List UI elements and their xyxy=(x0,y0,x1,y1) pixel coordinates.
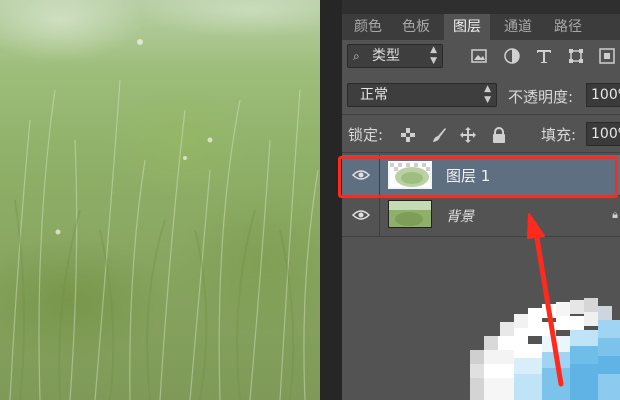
lock-transparent-pixels-icon[interactable] xyxy=(399,126,417,144)
panel-tab-bar: 颜色 色板 图层 通道 路径 xyxy=(342,14,620,40)
document-canvas[interactable] xyxy=(0,0,320,400)
blend-mode-value: 正常 xyxy=(360,87,388,103)
smart-object-filter-icon[interactable] xyxy=(598,47,616,65)
updown-arrow-icon: ▲ ▼ xyxy=(484,84,491,105)
lock-label: 锁定: xyxy=(348,126,384,144)
eye-icon xyxy=(351,210,371,220)
panel-top-strip xyxy=(342,0,620,14)
blend-mode-dropdown[interactable]: 正常 ▲ ▼ xyxy=(347,83,497,107)
tab-color[interactable]: 颜色 xyxy=(346,14,390,40)
layer-visibility-toggle[interactable] xyxy=(342,196,380,236)
layer-name[interactable]: 图层 1 xyxy=(446,165,490,186)
opacity-field[interactable]: 100% xyxy=(586,83,620,107)
lock-position-icon[interactable] xyxy=(459,126,477,144)
divider xyxy=(342,152,620,153)
fill-label: 填充: xyxy=(541,126,577,144)
lock-all-icon[interactable] xyxy=(490,126,508,144)
image-filter-icon[interactable] xyxy=(470,47,488,65)
tab-swatches[interactable]: 色板 xyxy=(394,14,438,40)
layer-thumbnail xyxy=(388,200,432,228)
divider xyxy=(342,114,620,115)
type-filter-icon[interactable] xyxy=(535,47,553,65)
layer-name[interactable]: 背景 xyxy=(446,206,474,226)
lock-image-pixels-icon[interactable] xyxy=(430,126,448,144)
layer-lock-icon: 🔒︎ xyxy=(612,208,618,221)
filter-kind-label: 类型 xyxy=(372,48,400,64)
layer-row-background[interactable]: 背景 🔒︎ xyxy=(342,196,620,236)
layer-thumbnail-image xyxy=(390,163,430,187)
layer-thumbnail-image xyxy=(389,201,431,227)
pixelated-cursor-graphic xyxy=(470,298,620,400)
tab-layers[interactable]: 图层 xyxy=(444,14,490,40)
updown-arrow-icon: ▲ ▼ xyxy=(430,45,437,66)
grass-photo xyxy=(9,39,319,400)
tab-channels[interactable]: 通道 xyxy=(496,14,540,40)
search-icon: ⌕ xyxy=(353,49,360,63)
tab-paths[interactable]: 路径 xyxy=(546,14,590,40)
layer-visibility-toggle[interactable] xyxy=(342,155,380,195)
fill-field[interactable]: 100% xyxy=(586,122,620,146)
layer-row-layer-1[interactable]: 图层 1 xyxy=(342,155,620,195)
eye-icon xyxy=(351,170,371,180)
adjustment-filter-icon[interactable] xyxy=(503,47,521,65)
layer-thumbnail xyxy=(388,161,432,189)
shape-filter-icon[interactable] xyxy=(567,47,585,65)
filter-kind-dropdown[interactable]: ⌕ 类型 ▲ ▼ xyxy=(347,44,443,68)
opacity-label: 不透明度: xyxy=(508,88,574,106)
canvas-divider xyxy=(320,0,342,400)
